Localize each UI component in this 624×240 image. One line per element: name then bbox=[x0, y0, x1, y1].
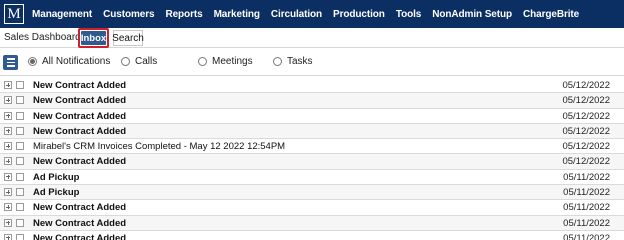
notification-row[interactable]: New Contract Added 05/12/2022 bbox=[0, 108, 624, 124]
expand-plus-icon[interactable] bbox=[4, 157, 12, 166]
notification-row[interactable]: New Contract Added 05/11/2022 bbox=[0, 215, 624, 231]
filter-meetings[interactable]: Meetings bbox=[198, 56, 253, 67]
inbox-button[interactable]: Inbox bbox=[81, 31, 106, 45]
expand-plus-icon[interactable] bbox=[4, 126, 12, 135]
row-checkbox[interactable] bbox=[16, 126, 24, 135]
notification-subject[interactable]: Ad Pickup bbox=[33, 172, 79, 183]
app-logo[interactable]: M bbox=[4, 4, 24, 24]
expand-plus-icon[interactable] bbox=[4, 233, 12, 240]
nav-item-circulation[interactable]: Circulation bbox=[271, 9, 322, 20]
notification-subject[interactable]: New Contract Added bbox=[33, 156, 126, 167]
notification-subject[interactable]: New Contract Added bbox=[33, 202, 126, 213]
nav-item-customers[interactable]: Customers bbox=[103, 9, 154, 20]
notification-date: 05/12/2022 bbox=[562, 141, 610, 153]
radio-button-selected[interactable] bbox=[28, 57, 37, 66]
search-button[interactable]: Search bbox=[112, 30, 144, 46]
nav-item-marketing[interactable]: Marketing bbox=[214, 9, 260, 20]
nav-item-nonadmin-setup[interactable]: NonAdmin Setup bbox=[432, 9, 512, 20]
expand-plus-icon[interactable] bbox=[4, 81, 12, 89]
row-checkbox[interactable] bbox=[16, 96, 24, 105]
notification-row[interactable]: Ad Pickup 05/11/2022 bbox=[0, 169, 624, 186]
row-checkbox[interactable] bbox=[16, 157, 24, 166]
hamburger-line bbox=[6, 58, 15, 60]
hamburger-line bbox=[6, 65, 15, 67]
notification-subject[interactable]: New Contract Added bbox=[33, 233, 126, 240]
expand-plus-icon[interactable] bbox=[4, 172, 12, 181]
notification-date: 05/11/2022 bbox=[563, 171, 610, 183]
filter-label: All Notifications bbox=[42, 56, 111, 67]
notification-row[interactable]: Mirabel's CRM Invoices Completed - May 1… bbox=[0, 139, 624, 155]
notification-date: 05/12/2022 bbox=[562, 110, 610, 122]
radio-button[interactable] bbox=[121, 57, 130, 66]
notification-row[interactable]: Ad Pickup 05/11/2022 bbox=[0, 185, 624, 201]
nav-item-chargebrite[interactable]: ChargeBrite bbox=[523, 9, 579, 20]
row-checkbox[interactable] bbox=[16, 81, 24, 89]
notification-list: New Contract Added 05/12/2022 New Contract… bbox=[0, 78, 624, 240]
nav-item-management[interactable]: Management bbox=[32, 9, 92, 20]
notification-row[interactable]: New Contract Added 05/12/2022 bbox=[0, 154, 624, 170]
radio-button[interactable] bbox=[198, 57, 207, 66]
notification-date: 05/11/2022 bbox=[563, 202, 610, 214]
notification-row[interactable]: New Contract Added 05/11/2022 bbox=[0, 200, 624, 216]
notification-row[interactable]: New Contract Added 05/12/2022 bbox=[0, 78, 624, 94]
expand-plus-icon[interactable] bbox=[4, 218, 12, 227]
top-navigation-bar: M Management Customers Reports Marketing… bbox=[0, 0, 624, 28]
filter-all-notifications[interactable]: All Notifications bbox=[28, 56, 110, 67]
row-checkbox[interactable] bbox=[16, 218, 24, 227]
notification-subject[interactable]: Ad Pickup bbox=[33, 187, 79, 198]
notification-row[interactable]: New Contract Added 05/11/2022 bbox=[0, 230, 624, 240]
expand-plus-icon[interactable] bbox=[4, 142, 12, 151]
notification-subject[interactable]: New Contract Added bbox=[33, 95, 126, 106]
notification-date: 05/11/2022 bbox=[563, 217, 610, 229]
notification-row[interactable]: New Contract Added 05/12/2022 bbox=[0, 93, 624, 109]
row-checkbox[interactable] bbox=[16, 203, 24, 212]
dashboard-toolbar: Sales Dashboard Inbox Search bbox=[0, 28, 624, 48]
expand-plus-icon[interactable] bbox=[4, 96, 12, 105]
notification-row[interactable]: New Contract Added 05/12/2022 bbox=[0, 123, 624, 140]
nav-item-production[interactable]: Production bbox=[333, 9, 385, 20]
row-checkbox[interactable] bbox=[16, 233, 24, 240]
list-menu-button[interactable] bbox=[3, 55, 18, 70]
notification-subject[interactable]: New Contract Added bbox=[33, 126, 126, 137]
expand-plus-icon[interactable] bbox=[4, 111, 12, 120]
row-checkbox[interactable] bbox=[16, 172, 24, 181]
notification-date: 05/11/2022 bbox=[563, 232, 610, 240]
notification-filter-bar: All Notifications Calls Meetings Tasks bbox=[0, 48, 624, 76]
notification-date: 05/12/2022 bbox=[562, 80, 610, 91]
nav-item-tools[interactable]: Tools bbox=[396, 9, 422, 20]
filter-tasks[interactable]: Tasks bbox=[273, 56, 313, 67]
notification-date: 05/12/2022 bbox=[562, 125, 610, 137]
notification-subject[interactable]: New Contract Added bbox=[33, 80, 126, 91]
filter-label: Tasks bbox=[287, 56, 313, 67]
notification-date: 05/12/2022 bbox=[562, 95, 610, 107]
hamburger-line bbox=[6, 61, 15, 64]
radio-button[interactable] bbox=[273, 57, 282, 66]
notification-subject[interactable]: Mirabel's CRM Invoices Completed - May 1… bbox=[33, 141, 285, 152]
nav-item-reports[interactable]: Reports bbox=[165, 9, 202, 20]
row-checkbox[interactable] bbox=[16, 142, 24, 151]
notification-date: 05/11/2022 bbox=[563, 187, 610, 199]
filter-calls[interactable]: Calls bbox=[121, 56, 157, 67]
notification-subject[interactable]: New Contract Added bbox=[33, 218, 126, 229]
filter-label: Calls bbox=[135, 56, 158, 67]
row-checkbox[interactable] bbox=[16, 188, 24, 197]
expand-plus-icon[interactable] bbox=[4, 203, 12, 212]
notification-date: 05/12/2022 bbox=[562, 156, 610, 168]
notification-subject[interactable]: New Contract Added bbox=[33, 111, 126, 122]
expand-plus-icon[interactable] bbox=[4, 188, 12, 197]
row-checkbox[interactable] bbox=[16, 111, 24, 120]
filter-label: Meetings bbox=[212, 56, 253, 67]
dashboard-select-label: Sales Dashboard bbox=[4, 32, 81, 43]
